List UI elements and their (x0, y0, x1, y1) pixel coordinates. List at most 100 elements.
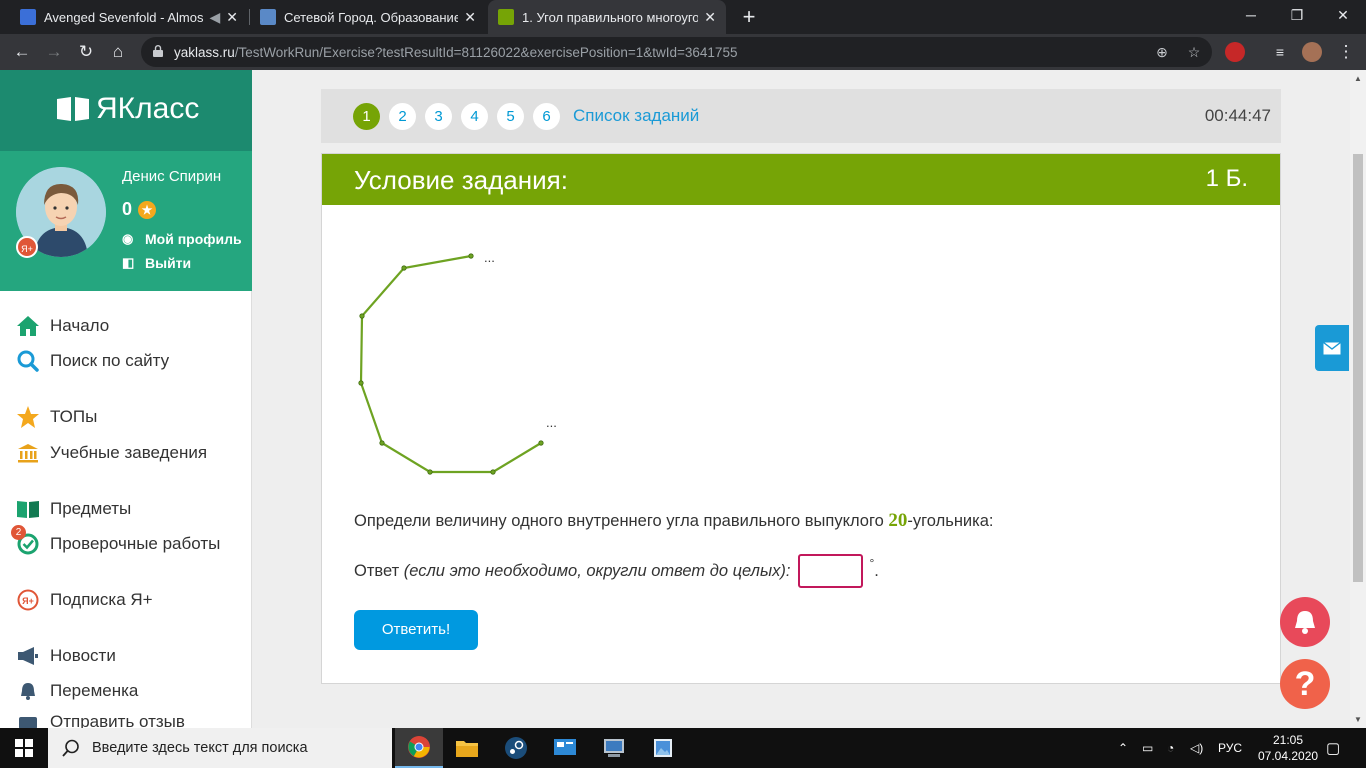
scroll-up-icon[interactable]: ▲ (1354, 74, 1362, 83)
main-content: 1 2 3 4 5 6 Список заданий 00:44:47 Усло… (252, 70, 1350, 728)
lock-icon (153, 45, 163, 57)
minimize-button[interactable]: ─ (1228, 0, 1274, 34)
task-card: Условие задания: 1 Б. ... ... Определи в… (321, 153, 1281, 684)
open-book-icon (16, 497, 40, 521)
media-control-icon[interactable]: ≡ (1266, 38, 1294, 66)
add-icon[interactable]: ⊕ (1153, 43, 1171, 61)
scroll-down-icon[interactable]: ▼ (1354, 715, 1362, 724)
degree-sign: ° (869, 556, 875, 570)
action-center-icon[interactable]: ▢ (1326, 728, 1340, 768)
task-navigation: 1 2 3 4 5 6 Список заданий 00:44:47 (321, 89, 1281, 143)
scrollbar-thumb[interactable] (1353, 154, 1363, 582)
system-clock[interactable]: 21:05 07.04.2020 (1258, 732, 1318, 764)
language-indicator[interactable]: РУС (1218, 728, 1242, 768)
notification-bell-icon (1295, 611, 1315, 634)
start-button[interactable] (0, 728, 48, 768)
url-text: yaklass.ru/TestWorkRun/Exercise?testResu… (174, 45, 738, 60)
task-number-4[interactable]: 4 (461, 103, 488, 130)
answer-row: Ответ (если это необходимо, округли отве… (354, 553, 879, 589)
subscription-badge: Я+ (16, 236, 38, 258)
close-tab-icon[interactable]: ✕ (704, 9, 716, 26)
back-button[interactable]: ← (8, 38, 36, 66)
bell-icon (16, 679, 40, 703)
forward-button[interactable]: → (40, 38, 68, 66)
sidebar-item-subjects[interactable]: Предметы (16, 494, 131, 524)
tray-overflow-icon[interactable]: ⌃ (1118, 728, 1128, 768)
task-header: Условие задания: 1 Б. (322, 154, 1280, 205)
svg-text:Я+: Я+ (22, 596, 34, 606)
notifications-button[interactable] (1280, 597, 1330, 647)
sidebar-item-subscription[interactable]: Я+ Подписка Я+ (16, 585, 153, 615)
close-tab-icon[interactable]: ✕ (226, 9, 238, 26)
control-panel-icon (554, 739, 576, 755)
app-taskbar-button-1[interactable] (541, 728, 589, 768)
task-number-3[interactable]: 3 (425, 103, 452, 130)
task-points: 1 Б. (1205, 165, 1248, 192)
question-mark-icon: ? (1294, 665, 1316, 703)
star-coin-icon: ★ (138, 200, 157, 219)
file-explorer-taskbar-button[interactable] (443, 728, 491, 768)
sidebar-item-break[interactable]: Переменка (16, 676, 138, 706)
netschool-icon (260, 9, 276, 25)
extension-icon[interactable] (1225, 42, 1245, 62)
address-bar[interactable]: yaklass.ru/TestWorkRun/Exercise?testResu… (141, 37, 1212, 67)
new-tab-button[interactable]: + (736, 4, 762, 30)
megaphone-icon (16, 644, 40, 668)
maximize-button[interactable]: ❐ (1274, 0, 1320, 34)
profile-avatar-icon[interactable] (1302, 42, 1322, 62)
volume-icon[interactable]: ◁) (1190, 728, 1203, 768)
network-icon[interactable]: ◔ (1167, 728, 1174, 768)
menu-icon[interactable]: ⋮ (1332, 38, 1360, 66)
task-number-2[interactable]: 2 (389, 103, 416, 130)
sidebar-item-feedback[interactable]: Отправить отзыв (16, 712, 185, 728)
reload-button[interactable]: ↻ (72, 38, 100, 66)
mute-icon[interactable]: ◀ (209, 9, 220, 26)
task-number-5[interactable]: 5 (497, 103, 524, 130)
windows-logo-icon (15, 739, 33, 757)
tab-yaklass[interactable]: 1. Угол правильного многоугольника ✕ (488, 0, 726, 34)
question-text: Определи величину одного внутреннего угл… (354, 510, 994, 531)
app-taskbar-button-2[interactable] (590, 728, 638, 768)
sidebar-item-news[interactable]: Новости (16, 641, 116, 671)
user-name[interactable]: Денис Спирин (122, 168, 221, 185)
battery-icon[interactable]: ▭ (1142, 728, 1153, 768)
user-profile-panel: Я+ Денис Спирин 0 ★ ◉ Мой профиль ◧ Выйт… (0, 151, 252, 291)
submit-answer-button[interactable]: Ответить! (354, 610, 478, 650)
feedback-mail-tab[interactable] (1315, 325, 1349, 371)
chrome-taskbar-button[interactable] (395, 728, 443, 768)
sidebar: ЯКласс Я+ Денис Спирин 0 ★ ◉ Мой профиль… (0, 70, 252, 728)
close-tab-icon[interactable]: ✕ (464, 9, 476, 26)
browser-toolbar: ← → ↻ ⌂ yaklass.ru/TestWorkRun/Exercise?… (0, 34, 1366, 70)
tab-netschool[interactable]: Сетевой Город. Образование. Дневник ✕ (250, 0, 486, 34)
answer-hint: (если это необходимо, округли ответ до ц… (403, 561, 791, 580)
computer-management-icon (604, 739, 624, 757)
close-window-button[interactable]: ✕ (1320, 0, 1366, 34)
bookmark-star-icon[interactable]: ☆ (1185, 43, 1203, 61)
task-list-link[interactable]: Список заданий (573, 106, 699, 126)
my-profile-link[interactable]: ◉ Мой профиль (122, 231, 242, 247)
home-button[interactable]: ⌂ (104, 38, 132, 66)
help-button[interactable]: ? (1280, 659, 1330, 709)
tab-youtube[interactable]: Avenged Sevenfold - Almost Easy ◀ ✕ (10, 0, 248, 34)
user-points: 0 ★ (122, 199, 157, 220)
star-icon (16, 405, 40, 429)
sidebar-item-search[interactable]: Поиск по сайту (16, 346, 169, 376)
app-taskbar-button-3[interactable] (639, 728, 687, 768)
period: . (874, 561, 879, 580)
chrome-icon (408, 736, 430, 758)
task-number-6[interactable]: 6 (533, 103, 560, 130)
folder-icon (456, 741, 478, 757)
task-number-1[interactable]: 1 (353, 103, 380, 130)
answer-input[interactable] (798, 554, 864, 588)
logout-link[interactable]: ◧ Выйти (122, 255, 191, 271)
sidebar-item-tops[interactable]: ТОПы (16, 402, 97, 432)
sidebar-item-tests[interactable]: 2 Проверочные работы (11, 525, 220, 559)
taskbar-search[interactable]: Введите здесь текст для поиска (48, 728, 392, 768)
steam-taskbar-button[interactable] (492, 728, 540, 768)
page-scrollbar[interactable]: ▲ ▼ (1350, 70, 1366, 728)
steam-icon (505, 737, 527, 759)
dots-bottom-label: ... (546, 415, 557, 430)
yaklass-logo[interactable]: ЯКласс (56, 92, 199, 126)
sidebar-item-home[interactable]: Начало (16, 311, 109, 341)
sidebar-item-schools[interactable]: Учебные заведения (16, 438, 207, 468)
